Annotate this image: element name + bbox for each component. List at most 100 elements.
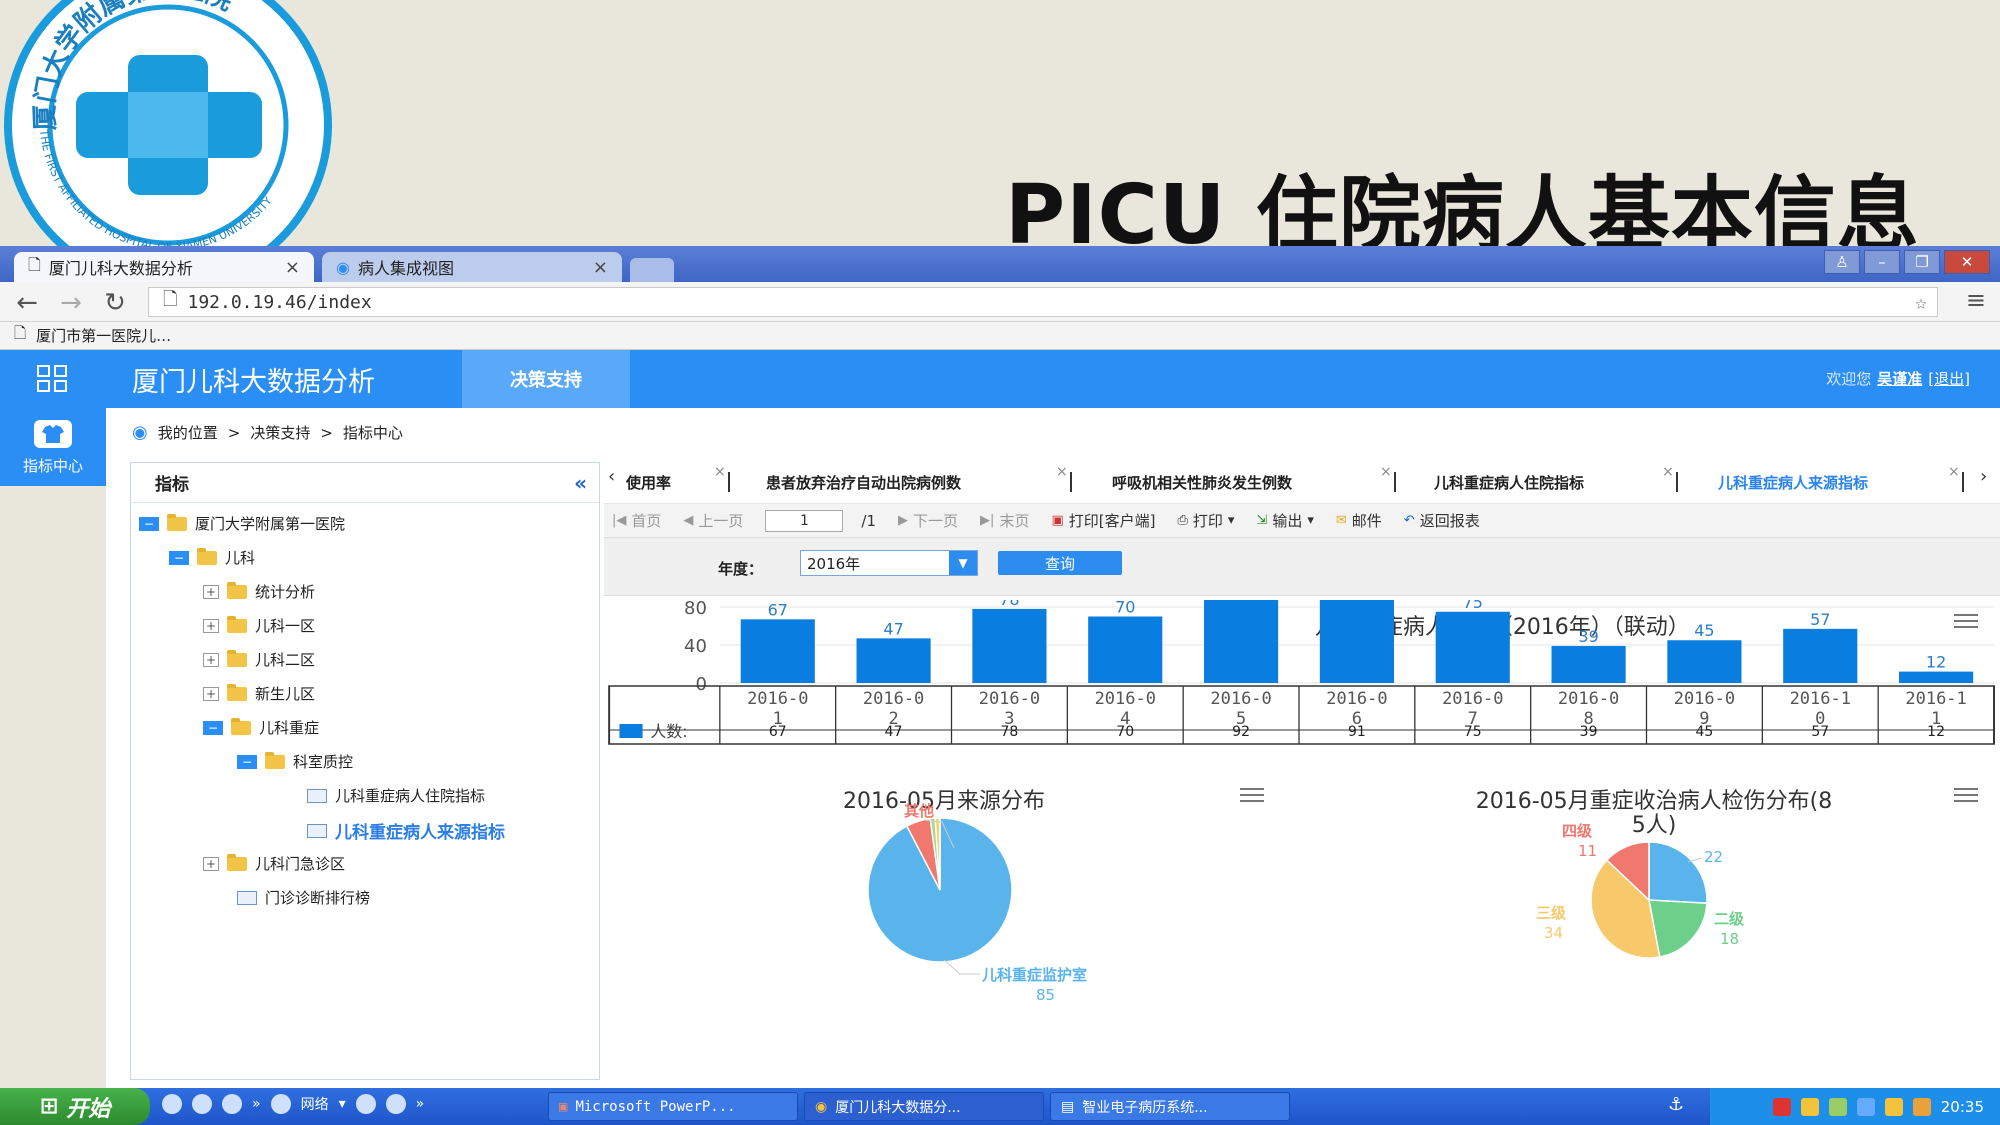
user-name-link[interactable]: 吴谨准 <box>1877 370 1922 388</box>
forward-arrow-icon[interactable]: → <box>56 288 86 318</box>
expand-icon[interactable]: + <box>203 686 219 701</box>
query-button[interactable]: 查询 <box>998 551 1122 575</box>
tab-separator <box>1070 472 1072 492</box>
collapse-icon[interactable]: − <box>237 754 257 769</box>
year-select[interactable]: 2016年 ▼ <box>800 550 978 576</box>
tray-icon[interactable] <box>1828 1097 1847 1116</box>
back-arrow-icon[interactable]: ← <box>12 288 42 318</box>
close-tab-icon[interactable]: × <box>1380 464 1392 480</box>
ie-icon[interactable] <box>270 1094 291 1114</box>
tree-leaf-picu-source[interactable]: 儿科重症病人来源指标 <box>307 818 505 843</box>
user-icon[interactable]: ♙ <box>1824 250 1860 274</box>
expand-icon[interactable]: + <box>203 856 219 871</box>
tree-node-hospital[interactable]: − 厦门大学附属第一医院 <box>139 513 345 534</box>
browser-tab-bigdata[interactable]: 🗋 厦门儿科大数据分析 × <box>14 252 314 282</box>
collapse-icon[interactable]: − <box>139 516 159 531</box>
last-page-button[interactable]: ▶| 末页 <box>980 510 1029 531</box>
grid-icon[interactable] <box>36 364 68 394</box>
more-icon[interactable]: » <box>252 1096 261 1112</box>
expand-icon[interactable]: + <box>203 618 219 633</box>
tabs-scroll-right-icon[interactable]: › <box>1980 466 1987 487</box>
expand-icon[interactable]: + <box>203 652 219 667</box>
report-tab-abandon[interactable]: 患者放弃治疗自动出院病例数 <box>766 472 961 493</box>
print-button[interactable]: ⎙ 打印 ▾ <box>1177 510 1234 531</box>
folder-icon[interactable] <box>162 1094 182 1114</box>
first-page-button[interactable]: |◀ 首页 <box>612 510 661 531</box>
close-tab-icon[interactable]: × <box>1662 464 1674 480</box>
new-tab-button[interactable] <box>630 258 674 282</box>
tree-node-emergency[interactable]: + 儿科门急诊区 <box>203 853 345 874</box>
tree-node-ward-1[interactable]: + 儿科一区 <box>203 615 315 636</box>
close-tab-icon[interactable]: × <box>285 257 300 278</box>
close-tab-icon[interactable]: × <box>1948 464 1960 480</box>
browser-icon[interactable] <box>192 1094 212 1114</box>
url-input[interactable]: 🗋 192.0.19.46/index ☆ <box>148 287 1938 317</box>
tree-leaf-diagnosis-ranking[interactable]: 门诊诊断排行榜 <box>237 887 370 908</box>
tree-node-quality-control[interactable]: − 科室质控 <box>237 751 353 772</box>
print-client-button[interactable]: ▣ 打印[客户端] <box>1051 510 1155 531</box>
next-page-button[interactable]: ▶ 下一页 <box>898 510 958 531</box>
taskbar-item-emr[interactable]: ▤ 智业电子病历系统... <box>1050 1092 1290 1121</box>
desktop-icon[interactable] <box>222 1094 242 1114</box>
menu-icon[interactable]: ≡ <box>1966 286 1986 314</box>
tray-icon[interactable] <box>1884 1097 1903 1116</box>
taskbar-item-chrome[interactable]: ◉ 厦门儿科大数据分... <box>804 1092 1044 1121</box>
tree-node-neonatal[interactable]: + 新生儿区 <box>203 683 315 704</box>
tree-node-picu[interactable]: − 儿科重症 <box>203 717 319 738</box>
export-button[interactable]: ⇲ 输出 ▾ <box>1256 510 1313 531</box>
anchor-icon[interactable] <box>385 1094 406 1114</box>
report-tab-picu-inpatient[interactable]: 儿科重症病人住院指标 <box>1434 472 1584 493</box>
expand-icon[interactable]: + <box>203 584 219 599</box>
report-tab-vap[interactable]: 呼吸机相关性肺炎发生例数 <box>1112 472 1292 493</box>
tray-icon[interactable] <box>1800 1097 1819 1116</box>
star-icon[interactable]: ☆ <box>1915 290 1927 314</box>
collapse-icon[interactable]: − <box>169 550 189 565</box>
slice-label: 四级 <box>1562 822 1593 840</box>
bar <box>1204 600 1279 683</box>
more-icon[interactable]: » <box>416 1096 425 1112</box>
close-tab-icon[interactable]: × <box>714 464 726 480</box>
close-window-icon[interactable]: ✕ <box>1944 250 1990 274</box>
anchor-icon[interactable]: ⚓ <box>1668 1094 1684 1115</box>
dropdown-arrow-icon[interactable]: ▼ <box>949 551 977 575</box>
reload-icon[interactable]: ↻ <box>100 288 130 318</box>
tray-icon[interactable] <box>1912 1097 1931 1116</box>
report-tab-picu-source[interactable]: 儿科重症病人来源指标 <box>1718 472 1868 493</box>
tree-leaf-picu-inpatient[interactable]: 儿科重症病人住院指标 <box>307 785 485 806</box>
bookmark-item[interactable]: 厦门市第一医院儿… <box>36 325 171 346</box>
tree-node-statistics[interactable]: + 统计分析 <box>203 581 315 602</box>
breadcrumb-item[interactable]: 指标中心 <box>343 422 403 443</box>
close-tab-icon[interactable]: × <box>1056 464 1068 480</box>
close-tab-icon[interactable]: × <box>593 257 608 278</box>
language-icon[interactable] <box>1772 1097 1791 1116</box>
page-number-input[interactable]: 1 <box>765 509 844 532</box>
network-label[interactable]: 网络 <box>301 1094 329 1114</box>
tabs-scroll-left-icon[interactable]: ‹ <box>608 466 615 487</box>
collapse-icon[interactable]: − <box>203 720 223 735</box>
tree-node-ward-2[interactable]: + 儿科二区 <box>203 649 315 670</box>
back-to-report-button[interactable]: ↶ 返回报表 <box>1404 510 1480 531</box>
mail-icon: ✉ <box>1335 513 1347 528</box>
mail-button[interactable]: ✉ 邮件 <box>1336 510 1382 531</box>
restore-icon[interactable]: ❐ <box>1904 250 1940 274</box>
dropdown-caret-icon[interactable]: ▾ <box>339 1096 346 1112</box>
x-tick-label: 2016-0 <box>747 689 808 709</box>
nav-decision-support[interactable]: 决策支持 <box>462 350 630 408</box>
taskbar-item-powerpoint[interactable]: ▣ Microsoft PowerP... <box>548 1092 798 1121</box>
chart-menu-icon[interactable] <box>1954 788 1978 802</box>
chart-menu-icon[interactable] <box>1954 614 1978 628</box>
collapse-panel-icon[interactable]: « <box>574 471 587 495</box>
browser-tab-patient-view[interactable]: ◉ 病人集成视图 × <box>322 252 622 282</box>
start-button[interactable]: ⊞ 开始 <box>0 1088 150 1125</box>
data-label: 12 <box>1926 653 1946 672</box>
prev-page-button[interactable]: ◀ 上一页 <box>683 510 743 531</box>
breadcrumb-item[interactable]: 决策支持 <box>250 422 310 443</box>
report-tab-usage[interactable]: 使用率 <box>626 472 671 493</box>
tree-node-pediatrics[interactable]: − 儿科 <box>169 547 255 568</box>
logout-link[interactable]: [退出] <box>1928 370 1970 388</box>
chart-menu-icon[interactable] <box>1240 788 1264 802</box>
side-nav-indicator-center[interactable]: 指标中心 <box>0 408 106 486</box>
minimize-icon[interactable]: – <box>1864 250 1900 274</box>
network-icon[interactable] <box>355 1094 376 1114</box>
tray-icon[interactable] <box>1856 1097 1875 1116</box>
